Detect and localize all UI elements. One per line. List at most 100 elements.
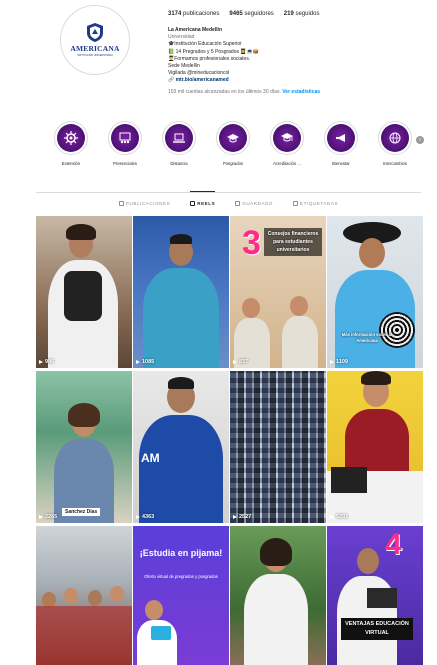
profile-name: La Americana Medellín bbox=[168, 27, 222, 33]
person-head bbox=[64, 588, 78, 604]
reach-text: 103 mil cuentas alcanzadas en los último… bbox=[168, 88, 281, 95]
highlight-label: Posgrados bbox=[222, 161, 244, 166]
reel-caption: Más información sobre la Americana bbox=[341, 332, 393, 343]
graduation-cap-icon bbox=[281, 133, 293, 142]
person-head bbox=[110, 586, 124, 602]
reel-big-number: 4 bbox=[385, 528, 402, 561]
bio-link[interactable]: 🔗 mtr.bio/americanamed bbox=[168, 77, 418, 84]
person-hair bbox=[66, 224, 96, 240]
globe-icon bbox=[389, 132, 401, 144]
reel-thumbnail[interactable]: Más información sobre la Americana 1109 bbox=[327, 216, 423, 368]
highlight-label: Bienestar bbox=[332, 161, 350, 166]
posts-count[interactable]: 3174 publicaciones bbox=[168, 11, 219, 17]
reel-thumbnail[interactable]: AM 4363 bbox=[133, 371, 229, 523]
reel-view-count: 837 bbox=[233, 359, 248, 365]
person-hair bbox=[260, 538, 292, 566]
person-head bbox=[88, 590, 102, 606]
story-highlights: Extensión Presenciales Distancia Posgrad… bbox=[50, 121, 430, 171]
americana-logo: AMERICANA INSTITUCIÓN UNIVERSITARIA bbox=[64, 9, 126, 71]
reel-thumbnail[interactable]: 1085 bbox=[133, 216, 229, 368]
reel-heading: ¡Estudia en pijama! bbox=[139, 548, 223, 558]
reel-caption: VENTAJAS EDUCACIÓN VIRTUAL bbox=[341, 618, 413, 640]
reel-thumbnail[interactable]: 2527 bbox=[230, 371, 326, 523]
person-hair bbox=[170, 234, 192, 244]
highlight-label: Acreditación ... bbox=[273, 161, 301, 166]
profile-tabs: PUBLICACIONES REELS GUARDADO ETIQUETADAS bbox=[36, 191, 421, 206]
reel-thumbnail[interactable]: Sanchez Días 2265 bbox=[36, 371, 132, 523]
reel-view-count: 1085 bbox=[136, 359, 154, 365]
play-icon bbox=[39, 360, 43, 364]
laptop bbox=[331, 467, 367, 493]
highlights-next-button[interactable]: › bbox=[416, 136, 424, 144]
gear-icon bbox=[64, 131, 78, 145]
bio-line: Sede Medellín bbox=[168, 63, 200, 70]
play-icon bbox=[330, 360, 334, 364]
bio-line: 👨‍🎓Formamos profesionales sociales. bbox=[168, 55, 251, 62]
reach-summary: 103 mil cuentas alcanzadas en los último… bbox=[168, 89, 418, 96]
laptop bbox=[367, 588, 397, 608]
tab-saved[interactable]: GUARDADO bbox=[235, 192, 273, 206]
laptop-icon bbox=[173, 133, 185, 143]
person-body bbox=[282, 316, 318, 368]
highlight-extension[interactable]: Extensión bbox=[50, 121, 92, 166]
play-icon bbox=[233, 515, 237, 519]
reel-view-count: 1109 bbox=[330, 359, 348, 365]
grid-icon bbox=[118, 201, 124, 206]
person-head bbox=[357, 548, 379, 574]
person-head bbox=[145, 600, 163, 620]
city-skyline bbox=[230, 371, 326, 523]
shield-logo-icon bbox=[87, 23, 103, 42]
highlight-acreditacion[interactable]: Acreditación ... bbox=[266, 121, 308, 166]
person-body bbox=[143, 268, 219, 368]
person-vest bbox=[64, 271, 102, 321]
students-seats bbox=[36, 606, 132, 665]
shirt-print: AM bbox=[141, 451, 160, 465]
profile-stats: 3174 publicaciones 9465 seguidores 219 s… bbox=[168, 11, 320, 17]
reel-thumbnail[interactable] bbox=[230, 526, 326, 665]
reel-view-count: 2265 bbox=[39, 514, 57, 520]
person-body bbox=[139, 415, 223, 523]
reel-view-count: 4363 bbox=[136, 514, 154, 520]
play-icon bbox=[330, 515, 334, 519]
following-count[interactable]: 219 seguidos bbox=[284, 11, 320, 17]
logo-wordmark: AMERICANA bbox=[70, 44, 120, 53]
profile-bio: La Americana Medellín Universidad 🎓Insti… bbox=[168, 27, 418, 96]
play-icon bbox=[233, 360, 237, 364]
megaphone-icon bbox=[336, 134, 345, 142]
tab-tagged[interactable]: ETIQUETADAS bbox=[293, 192, 338, 206]
reel-big-number: 3 bbox=[242, 224, 261, 262]
highlight-distancia[interactable]: Distancia bbox=[158, 121, 200, 166]
view-insights-link[interactable]: Ver estadísticas bbox=[282, 89, 320, 95]
person-hair bbox=[68, 403, 100, 427]
reel-thumbnail[interactable] bbox=[36, 526, 132, 665]
reel-thumbnail[interactable]: 996 bbox=[36, 216, 132, 368]
reel-thumbnail[interactable]: 5291 bbox=[327, 371, 423, 523]
highlight-label: Presenciales bbox=[113, 161, 137, 166]
person-head bbox=[290, 296, 308, 316]
reel-caption: Consejos financieros para estudiantes un… bbox=[264, 228, 322, 256]
reel-thumbnail[interactable]: 3 Consejos financieros para estudiantes … bbox=[230, 216, 326, 368]
bio-line: 📗 14 Pregrados y 5 Posgrados 👩‍🎓💻📦 bbox=[168, 48, 260, 55]
tab-reels[interactable]: REELS bbox=[190, 191, 216, 206]
reel-view-count: 5291 bbox=[330, 514, 348, 520]
highlight-label: Distancia bbox=[170, 161, 188, 166]
followers-count[interactable]: 9465 seguidores bbox=[229, 11, 273, 17]
logo-subtitle: INSTITUCIÓN UNIVERSITARIA bbox=[77, 54, 113, 57]
highlight-bienestar[interactable]: Bienestar bbox=[320, 121, 362, 166]
highlight-presenciales[interactable]: Presenciales bbox=[104, 121, 146, 166]
person-body bbox=[244, 574, 308, 665]
reel-thumbnail[interactable]: ¡Estudia en pijama! Oferta virtual de pr… bbox=[133, 526, 229, 665]
graduation-cap-icon bbox=[227, 134, 239, 143]
tab-posts[interactable]: PUBLICACIONES bbox=[118, 192, 170, 206]
reel-caption: Sanchez Días bbox=[62, 508, 101, 516]
reel-thumbnail[interactable]: 4 VENTAJAS EDUCACIÓN VIRTUAL bbox=[327, 526, 423, 665]
highlight-posgrados[interactable]: Posgrados bbox=[212, 121, 254, 166]
highlight-intercambios[interactable]: Intercambios bbox=[374, 121, 416, 166]
reel-view-count: 2527 bbox=[233, 514, 251, 520]
bio-line: 🎓Institución Educación Superior bbox=[168, 41, 242, 48]
reels-icon bbox=[190, 201, 196, 206]
profile-avatar[interactable]: AMERICANA INSTITUCIÓN UNIVERSITARIA bbox=[60, 5, 130, 75]
play-icon bbox=[136, 360, 140, 364]
play-icon bbox=[39, 515, 43, 519]
classroom-icon bbox=[119, 132, 131, 144]
